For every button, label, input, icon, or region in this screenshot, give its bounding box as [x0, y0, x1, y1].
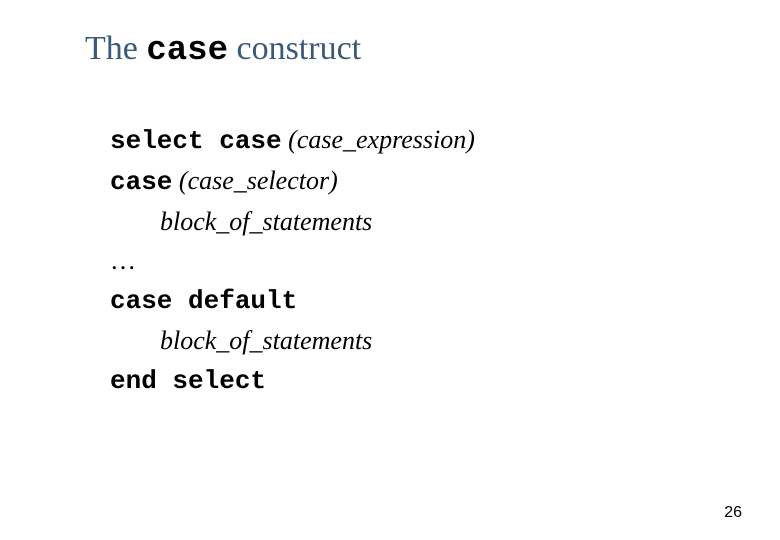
slide-content: The case construct select case (case_exp…: [0, 0, 780, 401]
code-line-5: case default: [110, 280, 695, 321]
ellipsis: …: [110, 246, 136, 275]
title-suffix: construct: [228, 30, 361, 67]
open-paren-1: (: [282, 125, 297, 154]
slide-title: The case construct: [85, 30, 695, 70]
code-line-6: block_of_statements: [160, 321, 695, 360]
keyword-select-case: select case: [110, 126, 282, 156]
code-line-7: end select: [110, 360, 695, 401]
keyword-case: case: [110, 167, 172, 197]
keyword-case-default: case default: [110, 286, 297, 316]
code-line-4: …: [110, 241, 695, 280]
title-mono: case: [146, 32, 228, 70]
code-line-2: case (case_selector): [110, 161, 695, 202]
close-paren-2: ): [329, 166, 338, 195]
title-prefix: The: [85, 30, 146, 67]
open-paren-2: (: [172, 166, 187, 195]
case-expression: case_expression: [297, 125, 466, 154]
case-selector: case_selector: [188, 166, 330, 195]
code-line-3: block_of_statements: [160, 202, 695, 241]
block-statements-1: block_of_statements: [160, 207, 372, 236]
keyword-end-select: end select: [110, 366, 266, 396]
block-statements-2: block_of_statements: [160, 326, 372, 355]
code-block: select case (case_expression) case (case…: [110, 120, 695, 401]
page-number: 26: [724, 504, 742, 522]
code-line-1: select case (case_expression): [110, 120, 695, 161]
close-paren-1: ): [466, 125, 475, 154]
